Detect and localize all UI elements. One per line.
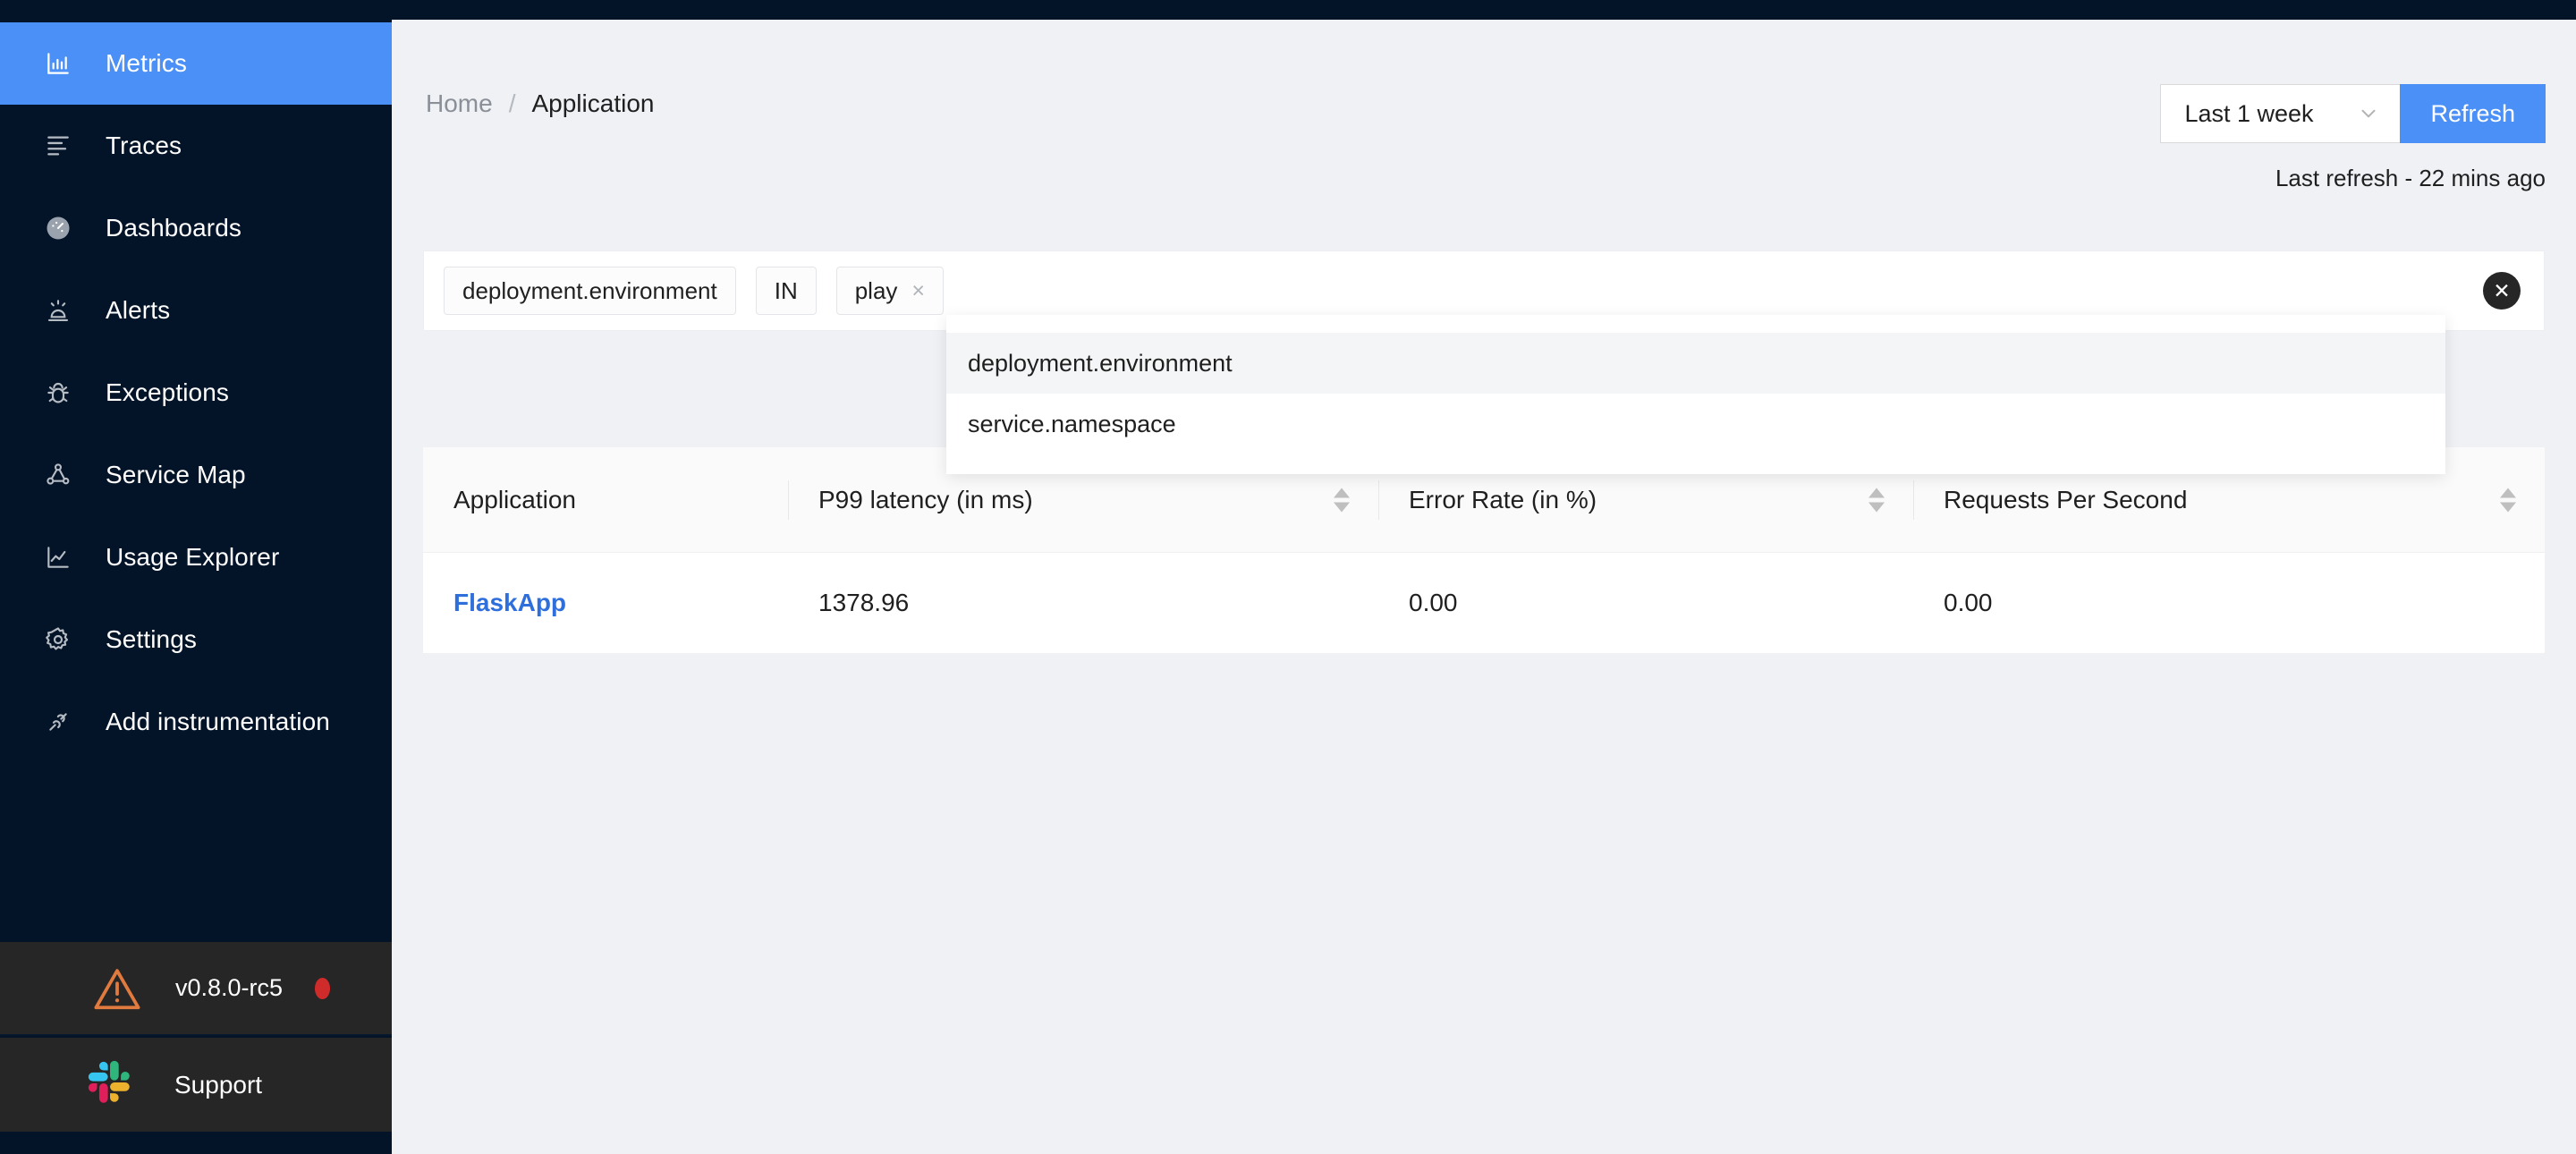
- dashboard-gauge-icon: [43, 213, 73, 243]
- sidebar-item-alerts[interactable]: Alerts: [0, 269, 392, 352]
- warning-triangle-icon: [89, 963, 145, 1014]
- sidebar-item-label: Add instrumentation: [106, 708, 330, 735]
- sort-arrows-icon[interactable]: [2500, 488, 2516, 512]
- suggestion-label: deployment.environment: [968, 349, 1233, 377]
- breadcrumb-home[interactable]: Home: [426, 89, 493, 118]
- sidebar-item-settings[interactable]: Settings: [0, 598, 392, 681]
- column-header-label: Application: [453, 485, 576, 513]
- sidebar-item-label: Traces: [106, 132, 182, 159]
- suggestions-dropdown: deployment.environment service.namespace: [946, 315, 2445, 474]
- plug-connect-icon: [43, 707, 73, 737]
- sidebar-item-add-instrumentation[interactable]: Add instrumentation: [0, 681, 392, 763]
- sidebar-item-label: Metrics: [106, 49, 187, 77]
- refresh-button[interactable]: Refresh: [2400, 84, 2546, 143]
- sort-arrows-icon[interactable]: [1868, 488, 1885, 512]
- filter-chip-key[interactable]: deployment.environment: [444, 267, 736, 315]
- sidebar-version-row[interactable]: v0.8.0-rc5: [0, 942, 392, 1036]
- close-circle-icon[interactable]: ✕: [2483, 272, 2521, 310]
- sort-arrows-icon[interactable]: [1334, 488, 1350, 512]
- sidebar-item-label: Usage Explorer: [106, 543, 280, 571]
- main-content: Home / Application Last 1 week Refresh L…: [392, 20, 2576, 1154]
- time-range-select[interactable]: Last 1 week: [2160, 84, 2401, 143]
- version-label: v0.8.0-rc5: [175, 974, 284, 1001]
- time-range-value: Last 1 week: [2184, 99, 2314, 127]
- breadcrumb-current: Application: [531, 89, 655, 117]
- time-controls: Last 1 week Refresh: [2160, 84, 2546, 143]
- filter-chip-operator[interactable]: IN: [755, 267, 817, 315]
- sidebar-item-usage-explorer[interactable]: Usage Explorer: [0, 516, 392, 598]
- update-available-dot: [315, 977, 331, 999]
- list-lines-icon: [43, 131, 73, 161]
- suggestion-label: service.namespace: [968, 410, 1176, 437]
- clear-all-glyph: ✕: [2493, 278, 2511, 302]
- column-header-label: Error Rate (in %): [1409, 485, 1597, 513]
- column-header-label: Requests Per Second: [1944, 485, 2188, 513]
- breadcrumb-separator: /: [508, 89, 516, 117]
- sidebar-item-exceptions[interactable]: Exceptions: [0, 352, 392, 434]
- column-header-application[interactable]: Application: [423, 447, 788, 552]
- sidebar-item-label: Service Map: [106, 461, 246, 488]
- close-icon[interactable]: ×: [911, 278, 925, 304]
- sidebar-item-label: Settings: [106, 625, 197, 653]
- sidebar-item-metrics[interactable]: Metrics: [0, 22, 392, 105]
- bug-icon: [43, 378, 73, 408]
- application-window: Metrics Traces Dashboards Alerts Excepti…: [0, 0, 2576, 1154]
- cell-error-rate: 0.00: [1409, 589, 1458, 616]
- sidebar-item-dashboards[interactable]: Dashboards: [0, 187, 392, 269]
- sidebar-item-label: Exceptions: [106, 378, 229, 406]
- sidebar-item-service-map[interactable]: Service Map: [0, 434, 392, 516]
- sidebar-item-traces[interactable]: Traces: [0, 105, 392, 187]
- cell-p99-latency: 1378.96: [818, 589, 910, 616]
- node-graph-icon: [43, 460, 73, 490]
- filter-chip-key-label: deployment.environment: [462, 276, 717, 304]
- line-chart-icon: [43, 542, 73, 573]
- filter-chip-value-label: play: [854, 276, 898, 304]
- suggestion-item[interactable]: service.namespace: [946, 394, 2445, 454]
- alarm-light-icon: [43, 295, 73, 326]
- sidebar: Metrics Traces Dashboards Alerts Excepti…: [0, 0, 392, 1154]
- cell-requests-per-second: 0.00: [1944, 589, 1993, 616]
- last-refresh-label: Last refresh - 22 mins ago: [2275, 165, 2546, 191]
- chevron-down-icon: [2357, 102, 2380, 125]
- sidebar-item-label: Alerts: [106, 296, 171, 324]
- slack-icon: [85, 1057, 140, 1113]
- sidebar-item-label: Dashboards: [106, 214, 242, 242]
- sidebar-support-row[interactable]: Support: [0, 1038, 392, 1132]
- suggestion-item[interactable]: deployment.environment: [946, 333, 2445, 394]
- filter-chip-value[interactable]: play ×: [835, 267, 945, 315]
- column-header-label: P99 latency (in ms): [818, 485, 1033, 513]
- bar-chart-icon: [43, 48, 73, 79]
- applications-table: Application P99 latency (in ms) Error Ra…: [423, 447, 2545, 653]
- sidebar-nav: Metrics Traces Dashboards Alerts Excepti…: [0, 22, 392, 763]
- cell-application[interactable]: FlaskApp: [423, 589, 788, 617]
- breadcrumb: Home / Application: [426, 89, 654, 118]
- support-label: Support: [174, 1070, 263, 1099]
- filter-chip-operator-label: IN: [774, 276, 798, 304]
- gear-icon: [43, 624, 73, 655]
- table-row[interactable]: FlaskApp 1378.96 0.00 0.00: [423, 553, 2545, 653]
